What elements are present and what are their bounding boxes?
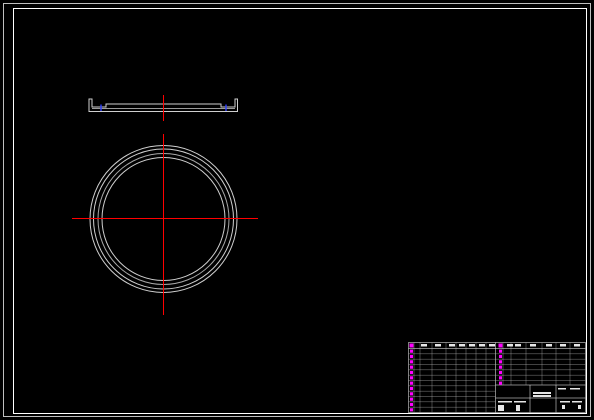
parts-list-index-mark (410, 402, 413, 407)
title-block-grid (408, 342, 586, 413)
title-text-block (533, 392, 551, 394)
revision-mark (499, 381, 502, 385)
header-mark-right (498, 343, 503, 348)
title-text-block (558, 388, 566, 390)
title-text-block (516, 405, 520, 411)
cad-drawing-canvas[interactable] (0, 0, 594, 420)
revision-header-text (560, 344, 566, 347)
column-header-text (489, 344, 495, 347)
title-text-block (498, 401, 512, 403)
title-text-block (533, 395, 551, 397)
revision-mark (499, 376, 502, 380)
title-text-block (562, 405, 565, 409)
parts-list-index-mark (410, 392, 413, 396)
column-header-text (449, 344, 455, 347)
column-header-text (479, 344, 485, 347)
title-text-block (514, 401, 526, 403)
parts-list-index-mark (410, 376, 413, 380)
parts-list-index-mark (410, 354, 413, 359)
revision-header-text (515, 344, 521, 347)
parts-list-index-mark (410, 370, 413, 375)
parts-list-index-mark (410, 365, 413, 369)
revision-mark (499, 365, 502, 369)
title-text-block (572, 401, 582, 403)
revision-header-text (574, 344, 580, 347)
column-header-text (435, 344, 441, 347)
revision-header-text (530, 344, 536, 347)
parts-list-index-mark (410, 349, 413, 353)
parts-list-index-mark (410, 360, 413, 364)
title-text-block (570, 388, 580, 390)
column-header-text (421, 344, 427, 347)
title-text-block (498, 405, 504, 411)
revision-mark (499, 349, 502, 353)
parts-list-index-mark (410, 386, 413, 391)
revision-mark (499, 360, 502, 364)
revision-header-text (546, 344, 552, 347)
parts-list-index-mark (410, 408, 413, 412)
sheet-outer-border (3, 3, 591, 417)
revision-mark (499, 370, 502, 375)
parts-list-index-mark (410, 397, 413, 401)
title-text-block (578, 405, 581, 409)
title-text-block (560, 401, 570, 403)
revision-mark (499, 354, 502, 359)
revision-header-text (507, 344, 513, 347)
header-mark (409, 343, 414, 348)
column-header-text (469, 344, 475, 347)
column-header-text (459, 344, 465, 347)
parts-list-index-mark (410, 381, 413, 385)
